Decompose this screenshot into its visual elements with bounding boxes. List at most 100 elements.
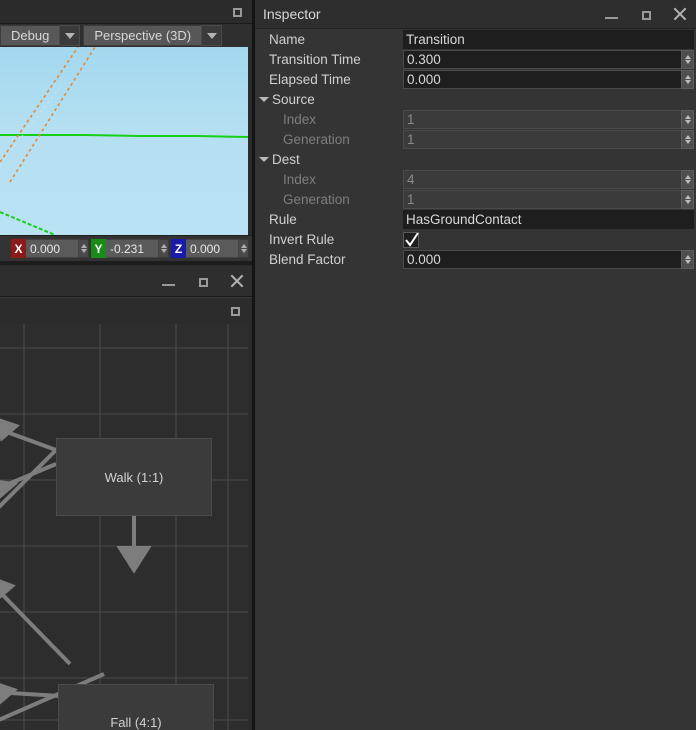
maximize-icon [230, 5, 243, 18]
axis-z-stepper[interactable] [239, 239, 249, 258]
axis-y-badge: Y [91, 239, 106, 258]
property-label: Transition Time [269, 52, 361, 67]
3d-viewport-canvas[interactable] [0, 47, 248, 235]
property-group-source[interactable]: Source [255, 90, 696, 109]
blend-factor-input[interactable]: 0.000 [403, 250, 681, 269]
property-group-dest[interactable]: Dest [255, 150, 696, 169]
graph-maximize-button[interactable] [185, 266, 219, 296]
property-label: Index [283, 172, 317, 187]
elapsed-time-input[interactable]: 0.000 [403, 70, 681, 89]
elapsed-time-stepper[interactable] [681, 70, 694, 89]
stepper-down-icon [684, 260, 691, 264]
projection-label: Perspective (3D) [83, 25, 202, 46]
axis-z-input[interactable]: 0.000 [186, 239, 239, 258]
viewport-maximize-button[interactable] [230, 5, 243, 18]
property-label: Rule [269, 212, 297, 227]
debug-mode-label: Debug [0, 25, 60, 46]
coordinate-z[interactable]: Z 0.000 [171, 239, 249, 258]
inspector-maximize-button[interactable] [628, 0, 662, 28]
node-graph-canvas[interactable]: Walk (1:1) Fall (4:1) [0, 324, 248, 730]
graph-node-walk[interactable]: Walk (1:1) [56, 438, 212, 516]
viewport-window: Debug Perspective (3D) X 0.000 Y -0.231 … [0, 0, 255, 265]
inspector-minimize-button[interactable] [594, 0, 628, 28]
inspector-panel: Inspector Name Transition Transition Tim… [255, 0, 696, 730]
property-label: Invert Rule [269, 232, 335, 247]
graph-edges [0, 324, 248, 730]
property-value: 0.000 [403, 250, 694, 269]
graph-node-fall[interactable]: Fall (4:1) [58, 684, 214, 730]
property-row-blend-factor: Blend Factor 0.000 [255, 250, 696, 269]
stepper-down-icon [684, 200, 691, 204]
stepper-down-icon [684, 60, 691, 64]
blend-factor-stepper[interactable] [681, 250, 694, 269]
property-label: Generation [283, 132, 350, 147]
axis-x-stepper[interactable] [79, 239, 89, 258]
property-value: 1 [403, 190, 694, 209]
stepper-up-icon [684, 55, 691, 59]
graph-subpanel-bar [0, 297, 255, 325]
property-value: HasGroundContact [403, 210, 694, 229]
stepper-down-icon [240, 249, 247, 253]
inspector-close-button[interactable] [662, 0, 696, 28]
graph-node-label: Walk (1:1) [104, 469, 164, 485]
stepper-up-icon [80, 244, 87, 248]
axis-x-input[interactable]: 0.000 [26, 239, 79, 258]
name-input[interactable]: Transition [403, 30, 694, 49]
axis-z-badge: Z [171, 239, 186, 258]
property-value: 4 [403, 170, 694, 189]
stepper-up-icon [684, 255, 691, 259]
property-row-rule: Rule HasGroundContact [255, 210, 696, 229]
maximize-icon [196, 275, 209, 288]
chevron-down-icon [64, 32, 75, 39]
dest-generation-input: 1 [403, 190, 681, 209]
rule-input[interactable]: HasGroundContact [403, 210, 694, 229]
chevron-down-icon [206, 32, 217, 39]
stepper-down-icon [684, 120, 691, 124]
invert-rule-cell [403, 230, 694, 249]
stepper-down-icon [684, 80, 691, 84]
stepper-down-icon [160, 249, 167, 253]
axis-y-stepper[interactable] [159, 239, 169, 258]
graph-minimize-button[interactable] [151, 266, 185, 296]
projection-arrow-button[interactable] [201, 25, 223, 46]
graph-titlebar [0, 266, 255, 297]
stepper-up-icon [684, 75, 691, 79]
editor-window: Debug Perspective (3D) X 0.000 Y -0.231 … [0, 0, 696, 730]
debug-mode-arrow-button[interactable] [59, 25, 81, 46]
property-row-source-generation: Generation 1 [255, 130, 696, 149]
source-index-stepper [681, 110, 694, 129]
transition-time-stepper[interactable] [681, 50, 694, 69]
invert-rule-checkbox[interactable] [403, 231, 419, 248]
maximize-icon [639, 8, 652, 21]
coordinate-x[interactable]: X 0.000 [11, 239, 89, 258]
property-row-elapsed-time: Elapsed Time 0.000 [255, 70, 696, 89]
property-label: Name [269, 32, 306, 47]
stepper-up-icon [240, 244, 247, 248]
graph-panel-maximize-button[interactable] [228, 304, 241, 317]
group-label: Source [272, 92, 315, 107]
debug-mode-dropdown[interactable]: Debug [0, 25, 81, 46]
graph-close-button[interactable] [219, 266, 253, 296]
property-label: Generation [283, 192, 350, 207]
coordinate-bar: X 0.000 Y -0.231 Z 0.000 [0, 235, 255, 261]
viewport-toolbar: Debug Perspective (3D) [0, 24, 255, 48]
property-row-name: Name Transition [255, 30, 696, 49]
node-graph-window: Walk (1:1) Fall (4:1) [0, 266, 255, 730]
property-value: 1 [403, 110, 694, 129]
check-icon [405, 232, 419, 247]
transition-time-input[interactable]: 0.300 [403, 50, 681, 69]
stepper-up-icon [684, 115, 691, 119]
stepper-down-icon [684, 180, 691, 184]
dest-generation-stepper [681, 190, 694, 209]
close-icon [229, 274, 244, 289]
inspector-window-controls [594, 0, 696, 28]
stepper-up-icon [160, 244, 167, 248]
coordinate-y[interactable]: Y -0.231 [91, 239, 169, 258]
projection-dropdown[interactable]: Perspective (3D) [83, 25, 223, 46]
chevron-down-icon [259, 157, 269, 162]
group-label: Dest [272, 152, 300, 167]
source-index-input: 1 [403, 110, 681, 129]
property-row-transition-time: Transition Time 0.300 [255, 50, 696, 69]
axis-y-input[interactable]: -0.231 [106, 239, 159, 258]
property-value: Transition [403, 30, 694, 49]
